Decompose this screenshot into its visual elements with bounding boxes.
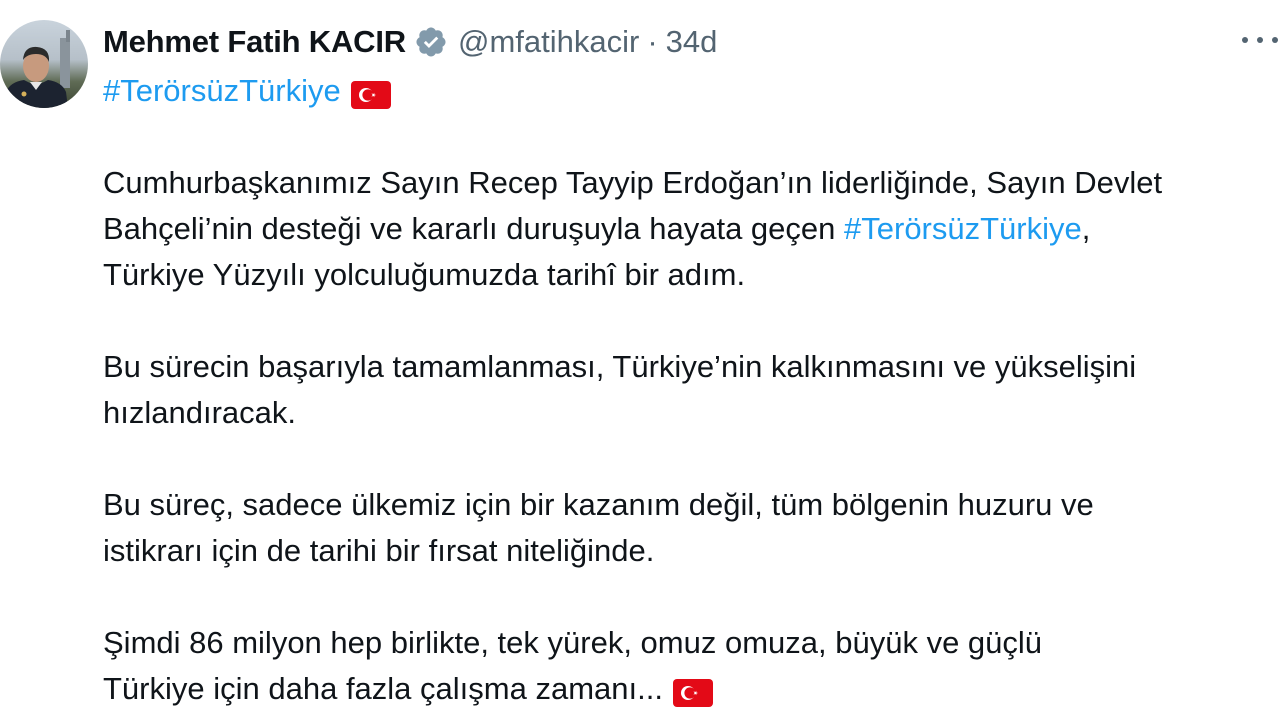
more-dot (1257, 37, 1263, 43)
more-dot (1242, 37, 1248, 43)
paragraph4-line2: Türkiye için daha fazla çalışma zamanı..… (103, 666, 1280, 712)
hashtag-link[interactable]: #TerörsüzTürkiye (103, 73, 341, 108)
paragraph2-line1: Bu sürecin başarıyla tamamlanması, Türki… (103, 349, 1137, 384)
paragraph1-line2-comma: , (1081, 211, 1091, 246)
verified-badge-icon (414, 25, 448, 59)
paragraph1-line1: Cumhurbaşkanımız Sayın Recep Tayyip Erdo… (103, 165, 1163, 200)
paragraph1-line3: Türkiye Yüzyılı yolculuğumuzda tarihî bi… (103, 257, 746, 292)
author-handle[interactable]: @mfatihkacir (458, 24, 639, 60)
turkey-flag-icon (672, 674, 713, 707)
hashtag-line: #TerörsüzTürkiye (103, 68, 1280, 114)
header-separator: · (647, 24, 658, 59)
tweet-timestamp[interactable]: 34d (666, 24, 718, 60)
avatar[interactable] (0, 20, 88, 108)
author-name[interactable]: Mehmet Fatih KACIR (103, 24, 406, 60)
paragraph3-line1: Bu süreç, sadece ülkemiz için bir kazanı… (103, 487, 1094, 522)
paragraph4-line2-text: Türkiye için daha fazla çalışma zamanı..… (103, 671, 663, 706)
tweet: Mehmet Fatih KACIR @mfatihkacir · 34d #T… (0, 0, 1280, 720)
tweet-header: Mehmet Fatih KACIR @mfatihkacir · 34d (103, 20, 717, 64)
paragraph1-line2-text: Bahçeli’nin desteği ve kararlı duruşuyla… (103, 211, 845, 246)
more-options-icon[interactable] (1242, 26, 1278, 54)
paragraph3-line2: istikrarı için de tarihi bir fırsat nite… (103, 533, 655, 568)
tweet-text: #TerörsüzTürkiye Cumhurbaşkanımız Sayın … (103, 68, 1280, 712)
paragraph2-line2: hızlandıracak. (103, 395, 296, 430)
hashtag-link[interactable]: #TerörsüzTürkiye (844, 211, 1082, 246)
more-dot (1272, 37, 1278, 43)
turkey-flag-icon (350, 76, 391, 109)
paragraph1-line2: Bahçeli’nin desteği ve kararlı duruşuyla… (103, 206, 1280, 252)
paragraph4-line1: Şimdi 86 milyon hep birlikte, tek yürek,… (103, 625, 1043, 660)
